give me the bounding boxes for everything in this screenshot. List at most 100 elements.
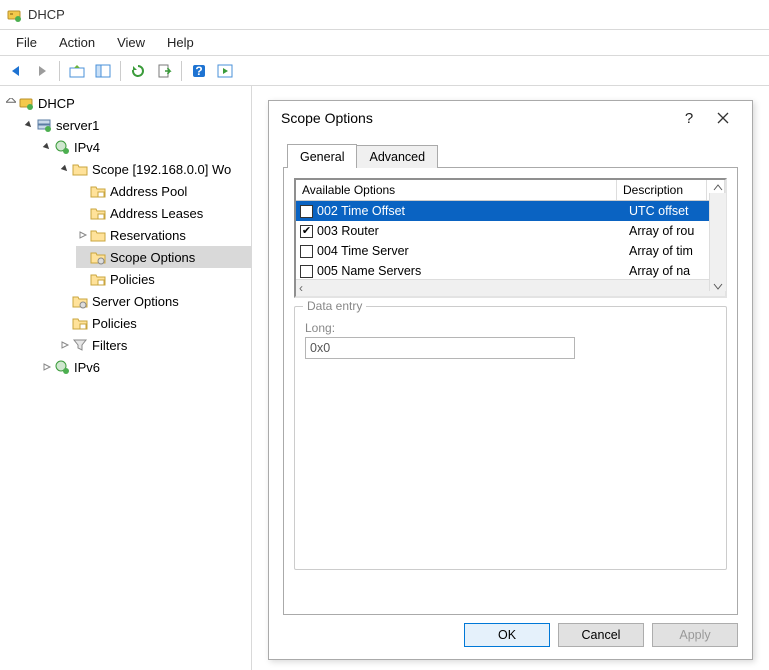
- grid-vscrollbar[interactable]: [709, 193, 726, 291]
- toolbar-separator: [181, 61, 182, 81]
- expand-icon[interactable]: [22, 118, 36, 132]
- tab-advanced[interactable]: Advanced: [356, 145, 438, 168]
- expand-icon[interactable]: [76, 228, 90, 242]
- option-row-004[interactable]: 004 Time Server Array of tim: [296, 241, 725, 261]
- long-label: Long:: [305, 321, 716, 335]
- window-title: DHCP: [28, 7, 65, 22]
- tree-node-reservations[interactable]: Reservations: [76, 224, 251, 246]
- scope-options-dialog: Scope Options ? General Advanced Availab…: [268, 100, 753, 660]
- long-input[interactable]: [305, 337, 575, 359]
- ipv4-icon: [54, 139, 70, 155]
- refresh-button[interactable]: [126, 59, 150, 83]
- checkbox-004[interactable]: [300, 245, 313, 258]
- option-row-002[interactable]: 002 Time Offset UTC offset: [296, 201, 725, 221]
- back-button[interactable]: [4, 59, 28, 83]
- tree-label: DHCP: [38, 96, 75, 111]
- tree-node-ipv6[interactable]: IPv6: [40, 356, 251, 378]
- expand-icon[interactable]: [58, 338, 72, 352]
- tab-strip: General Advanced: [283, 139, 738, 167]
- dhcp-app-icon: [6, 7, 22, 23]
- tree-node-policies[interactable]: Policies: [58, 312, 251, 334]
- tree-label: Policies: [92, 316, 137, 331]
- tree-label: Filters: [92, 338, 127, 353]
- options-grid: Available Options Description 002 Time O…: [294, 178, 727, 298]
- tree-node-dhcp[interactable]: DHCP: [4, 92, 251, 114]
- expand-icon[interactable]: [4, 96, 18, 110]
- checkbox-003[interactable]: ✔: [300, 225, 313, 238]
- tree-label: Server Options: [92, 294, 179, 309]
- scroll-left-icon[interactable]: ‹: [299, 281, 303, 295]
- grid-header: Available Options Description: [296, 180, 725, 201]
- tree-node-server[interactable]: server1: [22, 114, 251, 136]
- checkbox-005[interactable]: [300, 265, 313, 278]
- folder-icon: [72, 315, 88, 331]
- dialog-help-button[interactable]: ?: [672, 104, 706, 132]
- option-row-005[interactable]: 005 Name Servers Array of na: [296, 261, 725, 279]
- tree-pane: DHCP server1: [0, 86, 252, 670]
- checkbox-002[interactable]: [300, 205, 313, 218]
- ipv6-icon: [54, 359, 70, 375]
- menubar: File Action View Help: [0, 30, 769, 56]
- folder-icon: [90, 205, 106, 221]
- server-icon: [36, 117, 52, 133]
- expand-icon[interactable]: [40, 360, 54, 374]
- show-hide-tree-button[interactable]: [91, 59, 115, 83]
- tree-node-scope[interactable]: Scope [192.168.0.0] Wo: [58, 158, 251, 180]
- title-bar: DHCP: [0, 0, 769, 30]
- filter-icon: [72, 337, 88, 353]
- chevron-up-icon: [713, 183, 723, 193]
- toolbar: ?: [0, 56, 769, 86]
- tree-node-ipv4[interactable]: IPv4: [40, 136, 251, 158]
- dhcp-icon: [18, 95, 34, 111]
- chevron-down-icon: [713, 281, 723, 291]
- tree-node-address-pool[interactable]: Address Pool: [76, 180, 251, 202]
- tab-panel-general: Available Options Description 002 Time O…: [283, 167, 738, 615]
- tree-node-filters[interactable]: Filters: [58, 334, 251, 356]
- tree-label: IPv6: [74, 360, 100, 375]
- dialog-title: Scope Options: [281, 110, 672, 126]
- folder-gear-icon: [72, 293, 88, 309]
- toolbar-separator: [59, 61, 60, 81]
- forward-button[interactable]: [30, 59, 54, 83]
- folder-gear-icon: [90, 249, 106, 265]
- tree: DHCP server1: [0, 92, 251, 378]
- folder-icon: [90, 183, 106, 199]
- folder-icon: [90, 271, 106, 287]
- tree-node-server-options[interactable]: Server Options: [58, 290, 251, 312]
- svg-text:?: ?: [195, 64, 202, 78]
- toolbar-separator: [120, 61, 121, 81]
- expand-icon[interactable]: [40, 140, 54, 154]
- cancel-button[interactable]: Cancel: [558, 623, 644, 647]
- tree-label: Address Pool: [110, 184, 187, 199]
- tree-label: Address Leases: [110, 206, 203, 221]
- grid-hscrollbar[interactable]: ‹ ›: [296, 279, 725, 296]
- expand-icon[interactable]: [58, 162, 72, 176]
- help-button[interactable]: ?: [187, 59, 211, 83]
- dialog-titlebar[interactable]: Scope Options ?: [269, 101, 752, 135]
- tree-label: IPv4: [74, 140, 100, 155]
- export-button[interactable]: [152, 59, 176, 83]
- data-entry-legend: Data entry: [303, 299, 366, 313]
- menu-file[interactable]: File: [6, 32, 47, 53]
- grid-rows[interactable]: 002 Time Offset UTC offset ✔ 003 Router …: [296, 201, 725, 279]
- up-button[interactable]: [65, 59, 89, 83]
- tree-node-scope-options[interactable]: Scope Options: [76, 246, 251, 268]
- ok-button[interactable]: OK: [464, 623, 550, 647]
- tab-general[interactable]: General: [287, 144, 357, 168]
- option-row-003[interactable]: ✔ 003 Router Array of rou: [296, 221, 725, 241]
- tree-label: Scope Options: [110, 250, 195, 265]
- menu-action[interactable]: Action: [49, 32, 105, 53]
- menu-view[interactable]: View: [107, 32, 155, 53]
- menu-help[interactable]: Help: [157, 32, 204, 53]
- tree-node-address-leases[interactable]: Address Leases: [76, 202, 251, 224]
- apply-button[interactable]: Apply: [652, 623, 738, 647]
- column-description[interactable]: Description: [617, 180, 707, 200]
- tree-label: Reservations: [110, 228, 186, 243]
- data-entry-group: Data entry Long:: [294, 306, 727, 570]
- option-name: 004 Time Server: [317, 244, 629, 258]
- dialog-close-button[interactable]: [706, 104, 740, 132]
- tree-node-scope-policies[interactable]: Policies: [76, 268, 251, 290]
- column-available-options[interactable]: Available Options: [296, 180, 617, 200]
- run-button[interactable]: [213, 59, 237, 83]
- tree-label: Scope [192.168.0.0] Wo: [92, 162, 231, 177]
